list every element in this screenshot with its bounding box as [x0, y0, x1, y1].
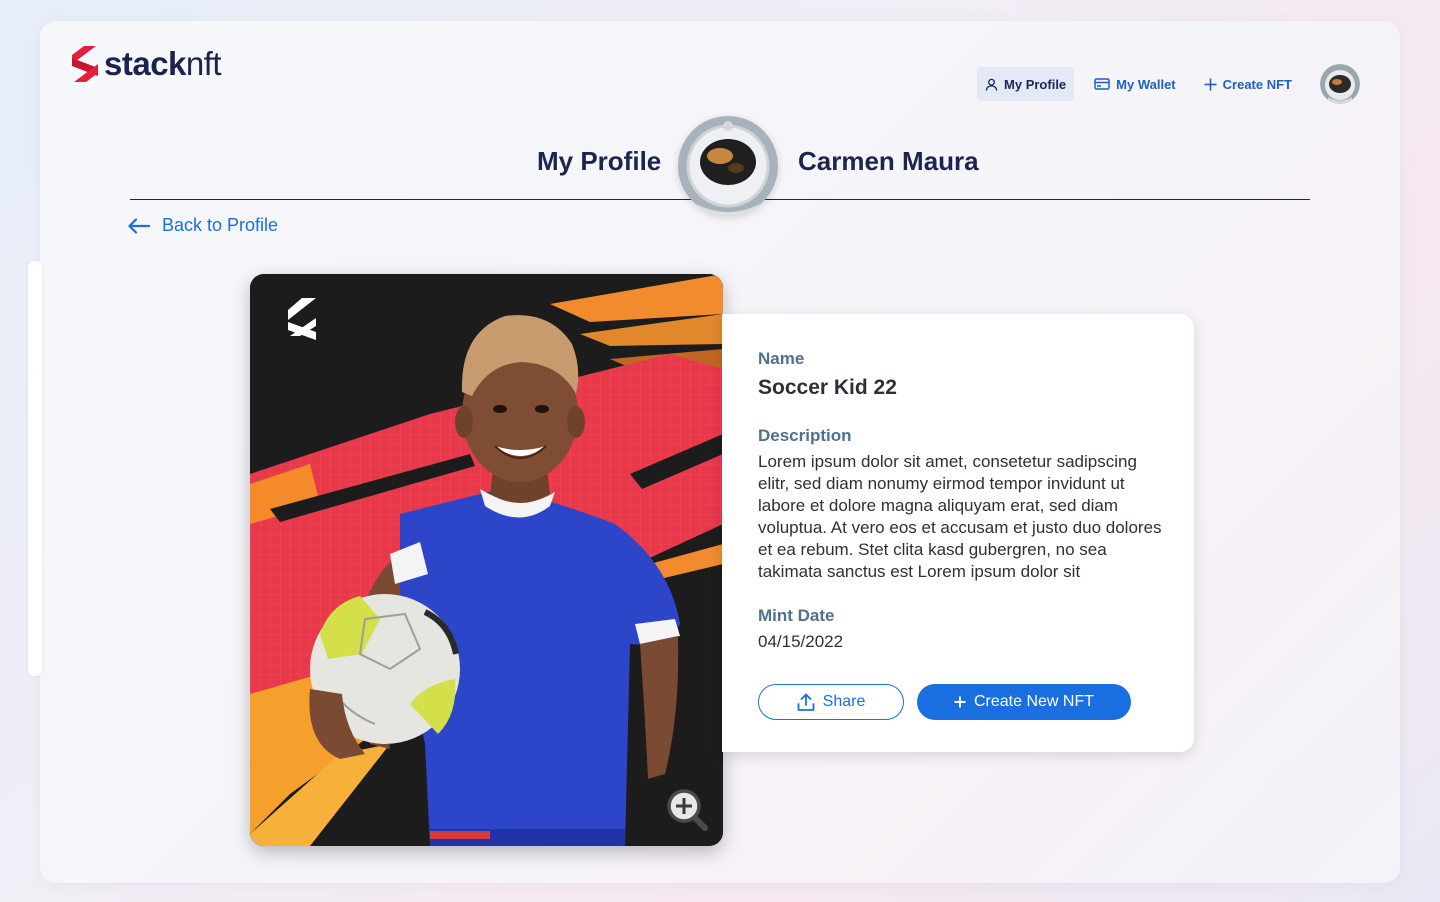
profile-name: Carmen Maura: [798, 146, 979, 176]
create-button-label: Create New NFT: [973, 693, 1095, 710]
app-logo[interactable]: stacknft: [72, 45, 222, 82]
name-label: Name: [758, 349, 805, 368]
side-panel-edge: [28, 261, 42, 676]
nft-name: Soccer Kid 22: [758, 376, 897, 399]
nav-label: Create NFT: [1222, 76, 1292, 92]
mint-date: 04/15/2022: [758, 632, 844, 651]
arrow-left-icon: [128, 217, 150, 234]
plus-icon: [954, 696, 966, 708]
nav-create-nft[interactable]: Create NFT: [1196, 67, 1300, 101]
nft-description: Lorem ipsum dolor sit amet, consetetur s…: [758, 452, 1162, 581]
nft-details-card: Name Soccer Kid 22 Description Lorem ips…: [722, 314, 1194, 752]
page-title: My Profile: [537, 146, 662, 176]
logo-text: stacknft: [104, 45, 222, 82]
user-icon: [985, 78, 998, 91]
share-button-label: Share: [822, 693, 866, 710]
user-avatar[interactable]: [1320, 64, 1360, 104]
description-label: Description: [758, 426, 852, 445]
nav-my-profile[interactable]: My Profile: [977, 67, 1075, 101]
back-to-profile-link[interactable]: Back to Profile: [128, 215, 278, 236]
create-new-nft-button[interactable]: Create New NFT: [917, 684, 1131, 720]
profile-avatar: [678, 116, 778, 216]
astronaut-avatar-icon: [678, 116, 778, 216]
nav-label: My Profile: [1004, 76, 1067, 92]
nft-image[interactable]: [250, 274, 723, 846]
card-icon: [1094, 78, 1110, 90]
nav-label: My Wallet: [1116, 76, 1176, 92]
share-icon: [797, 693, 815, 711]
nav-my-wallet[interactable]: My Wallet: [1086, 67, 1183, 101]
back-link-label: Back to Profile: [162, 215, 279, 235]
stack-logo-icon: [72, 46, 98, 82]
plus-icon: [1204, 78, 1217, 90]
mint-date-label: Mint Date: [758, 606, 835, 625]
top-nav: My Profile My Wallet Create NFT: [965, 64, 1360, 104]
astronaut-avatar-icon: [1320, 64, 1360, 104]
share-button[interactable]: Share: [758, 684, 904, 720]
